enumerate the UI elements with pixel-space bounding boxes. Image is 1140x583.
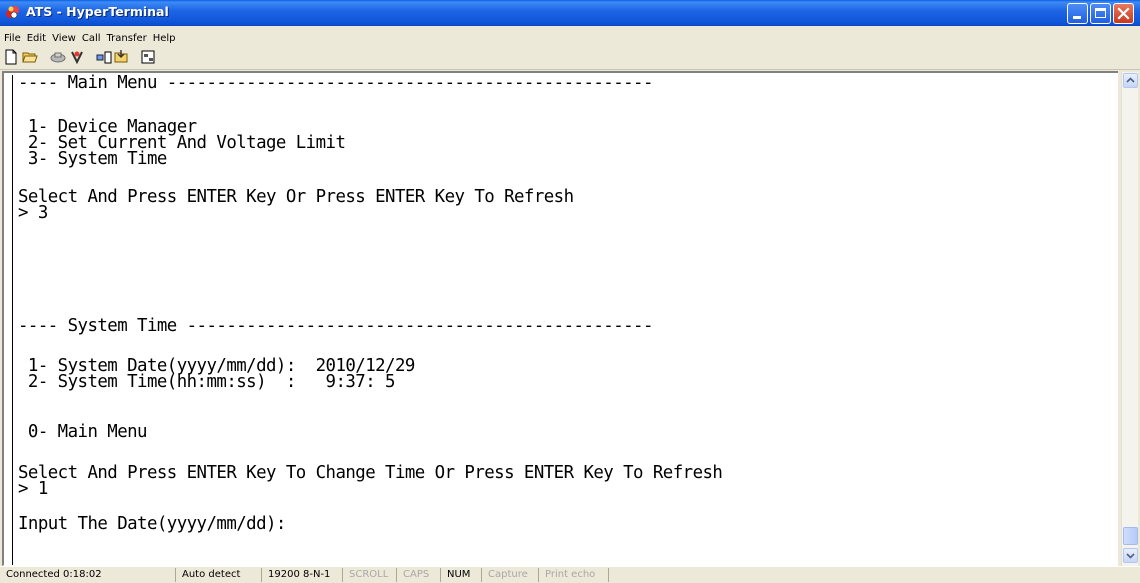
close-button[interactable] xyxy=(1113,3,1134,24)
status-port-settings: 19200 8-N-1 xyxy=(262,568,343,582)
menu-call[interactable]: Call xyxy=(79,30,104,44)
status-caps: CAPS xyxy=(397,568,441,582)
scroll-down-button[interactable] xyxy=(1123,548,1138,563)
terminal-line: ---- System Time -----------------------… xyxy=(18,316,653,336)
terminal-line: 0- Main Menu xyxy=(18,422,148,442)
chevron-down-icon xyxy=(1126,553,1135,559)
terminal-line: > 1 xyxy=(18,479,48,499)
menu-file[interactable]: File xyxy=(0,30,24,44)
terminal-line: > 3 xyxy=(18,203,48,223)
window-title: ATS - HyperTerminal xyxy=(26,4,169,19)
new-icon[interactable] xyxy=(3,49,19,65)
properties-icon[interactable] xyxy=(140,49,156,65)
menu-view[interactable]: View xyxy=(49,30,79,44)
receive-icon[interactable] xyxy=(113,49,129,65)
status-bar: Connected 0:18:02 Auto detect 19200 8-N-… xyxy=(0,566,1140,583)
title-bar[interactable]: ATS - HyperTerminal xyxy=(0,0,1140,26)
terminal-output: ---- Main Menu -------------------------… xyxy=(18,74,1116,564)
minimize-button[interactable] xyxy=(1067,3,1088,24)
status-print-echo: Print echo xyxy=(539,568,609,582)
scroll-thumb[interactable] xyxy=(1123,527,1138,545)
status-connected: Connected 0:18:02 xyxy=(0,568,176,582)
vertical-scrollbar[interactable] xyxy=(1121,72,1138,566)
disconnect-icon[interactable] xyxy=(69,49,85,65)
status-capture: Capture xyxy=(482,568,539,582)
terminal-line: 2- System Time(hh:mm:ss) : 9:37: 5 xyxy=(18,372,396,392)
terminal-left-edge-divider xyxy=(12,75,13,565)
status-detect: Auto detect xyxy=(176,568,262,582)
status-scroll: SCROLL xyxy=(343,568,397,582)
terminal-line: Select And Press ENTER Key Or Press ENTE… xyxy=(18,187,574,207)
hyperterminal-app-icon xyxy=(6,6,19,19)
menu-bar: File Edit View Call Transfer Help xyxy=(0,26,1140,45)
terminal-line: ---- Main Menu -------------------------… xyxy=(18,74,653,93)
status-num: NUM xyxy=(441,568,482,582)
close-icon xyxy=(1117,7,1130,20)
terminal-line: 3- System Time xyxy=(18,149,167,169)
terminal-line: Select And Press ENTER Key To Change Tim… xyxy=(18,463,723,483)
send-icon[interactable] xyxy=(96,49,112,65)
chevron-up-icon xyxy=(1126,77,1135,83)
connect-icon[interactable] xyxy=(50,49,66,65)
maximize-button[interactable] xyxy=(1090,3,1111,24)
menu-transfer[interactable]: Transfer xyxy=(104,30,150,44)
open-icon[interactable] xyxy=(22,49,38,65)
toolbar xyxy=(0,45,1140,70)
minimize-icon xyxy=(1073,16,1081,19)
maximize-icon xyxy=(1095,8,1106,18)
terminal-input-prompt[interactable]: Input The Date(yyyy/mm/dd): xyxy=(18,515,286,534)
menu-help[interactable]: Help xyxy=(150,30,179,44)
scroll-up-button[interactable] xyxy=(1123,73,1138,88)
menu-edit[interactable]: Edit xyxy=(24,30,49,44)
